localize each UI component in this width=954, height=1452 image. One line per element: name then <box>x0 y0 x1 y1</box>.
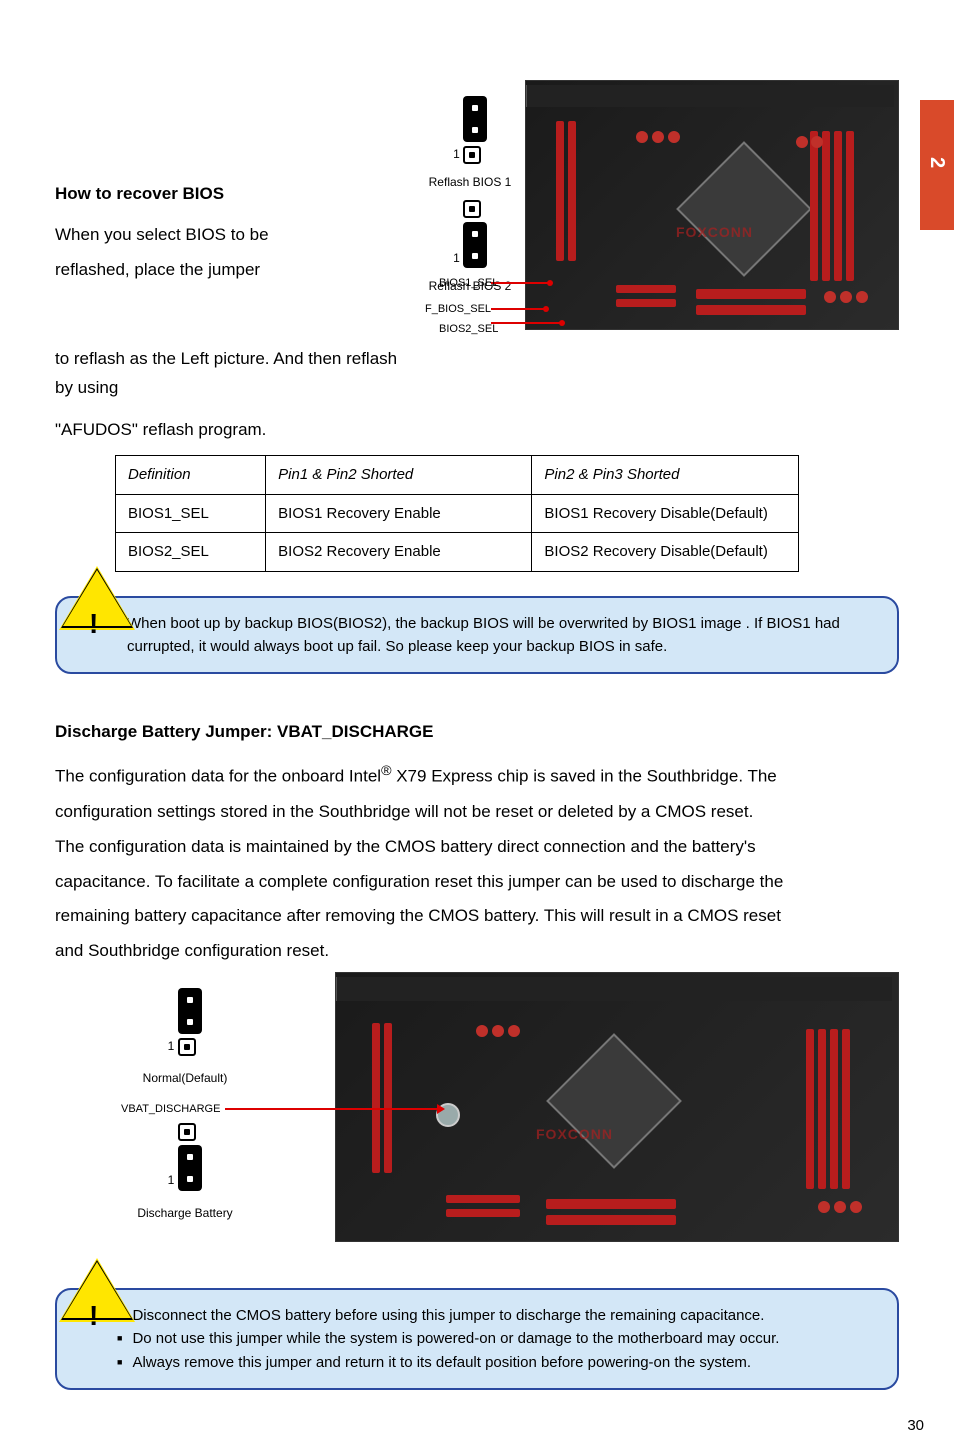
sec2-p2b: capacitance. To facilitate a complete co… <box>55 868 899 897</box>
sec2-p2a: The configuration data is maintained by … <box>55 833 899 862</box>
section-heading-1: How to recover BIOS <box>55 180 415 209</box>
motherboard-image-2: FOXCONN VBAT_DISCHARGE <box>335 972 899 1242</box>
vbat-disch-label: Discharge Battery <box>137 1203 232 1223</box>
sec2-p2c: remaining battery capacitance after remo… <box>55 902 899 931</box>
sec2-p2d: and Southbridge configuration reset. <box>55 937 899 966</box>
jumper2-pin1: 1 <box>453 248 460 268</box>
vbat-normal-pin1: 1 <box>168 1036 175 1056</box>
jumper1-label: Reflash BIOS 1 <box>429 172 512 192</box>
r1c1: BIOS1_SEL <box>116 494 266 533</box>
para-1b: reflashed, place the jumper <box>55 256 415 285</box>
r1c2: BIOS1 Recovery Enable <box>266 494 532 533</box>
r1c3: BIOS1 Recovery Disable(Default) <box>532 494 798 533</box>
jumper1-pin1: 1 <box>453 144 460 164</box>
bios-recovery-section: How to recover BIOS When you select BIOS… <box>55 80 899 408</box>
motherboard-image-1: FOXCONN BIOS1_SEL F_BIOS_SEL BIOS2_SEL <box>525 80 899 408</box>
warning-callout-2: ! Disconnect the CMOS battery before usi… <box>55 1288 899 1390</box>
callout2-l1: Disconnect the CMOS battery before using… <box>117 1304 879 1327</box>
para-1a: When you select BIOS to be <box>55 221 415 250</box>
callout2-l3: Always remove this jumper and return it … <box>117 1351 879 1374</box>
r2c2: BIOS2 Recovery Enable <box>266 533 532 572</box>
th-short23: Pin2 & Pin3 Shorted <box>532 456 798 495</box>
leader-bios1: BIOS1_SEL <box>439 274 498 293</box>
sec2-p1a: The configuration data for the onboard I… <box>55 767 381 786</box>
para-1c: to reflash as the Left picture. And then… <box>55 345 415 403</box>
sec2-p1: The configuration data for the onboard I… <box>55 759 899 792</box>
vbat-disch-pin1: 1 <box>168 1170 175 1190</box>
reg-mark: ® <box>381 763 391 779</box>
r2c1: BIOS2_SEL <box>116 533 266 572</box>
callout-1-body: When boot up by backup BIOS(BIOS2), the … <box>55 596 899 675</box>
leader-fbios: F_BIOS_SEL <box>425 300 491 319</box>
page-number: 30 <box>907 1413 924 1439</box>
callout2-l2: Do not use this jumper while the system … <box>117 1327 879 1350</box>
warning-icon-2: ! <box>89 1292 98 1340</box>
warning-icon: ! <box>89 600 98 648</box>
para-1b-pre: reflashed, place the jumper <box>55 260 260 279</box>
bios-jumper-table: Definition Pin1 & Pin2 Shorted Pin2 & Pi… <box>115 455 799 572</box>
para-afudos: "AFUDOS" reflash program. <box>55 416 899 445</box>
sec2-p1b: configuration settings stored in the Sou… <box>55 798 899 827</box>
jumper-diagrams-top: 1 Reflash BIOS 1 1 Reflash BIOS 2 <box>415 80 525 408</box>
sec2-p1a-tail: X79 Express chip is saved in the Southbr… <box>392 767 777 786</box>
th-definition: Definition <box>116 456 266 495</box>
vbat-discharge-section: Discharge Battery Jumper: VBAT_DISCHARGE… <box>55 718 899 1242</box>
leader-bios2: BIOS2_SEL <box>439 320 498 339</box>
warning-callout-1: ! When boot up by backup BIOS(BIOS2), th… <box>55 596 899 675</box>
vbat-normal-label: Normal(Default) <box>143 1068 228 1088</box>
chapter-tab: 2 <box>920 100 954 230</box>
r2c3: BIOS2 Recovery Disable(Default) <box>532 533 798 572</box>
section-heading-2: Discharge Battery Jumper: VBAT_DISCHARGE <box>55 718 899 747</box>
th-short12: Pin1 & Pin2 Shorted <box>266 456 532 495</box>
leader-vbat: VBAT_DISCHARGE <box>121 1100 220 1119</box>
jumper-diagrams-vbat: 1 Normal(Default) 1 Discharge Battery <box>55 972 315 1223</box>
